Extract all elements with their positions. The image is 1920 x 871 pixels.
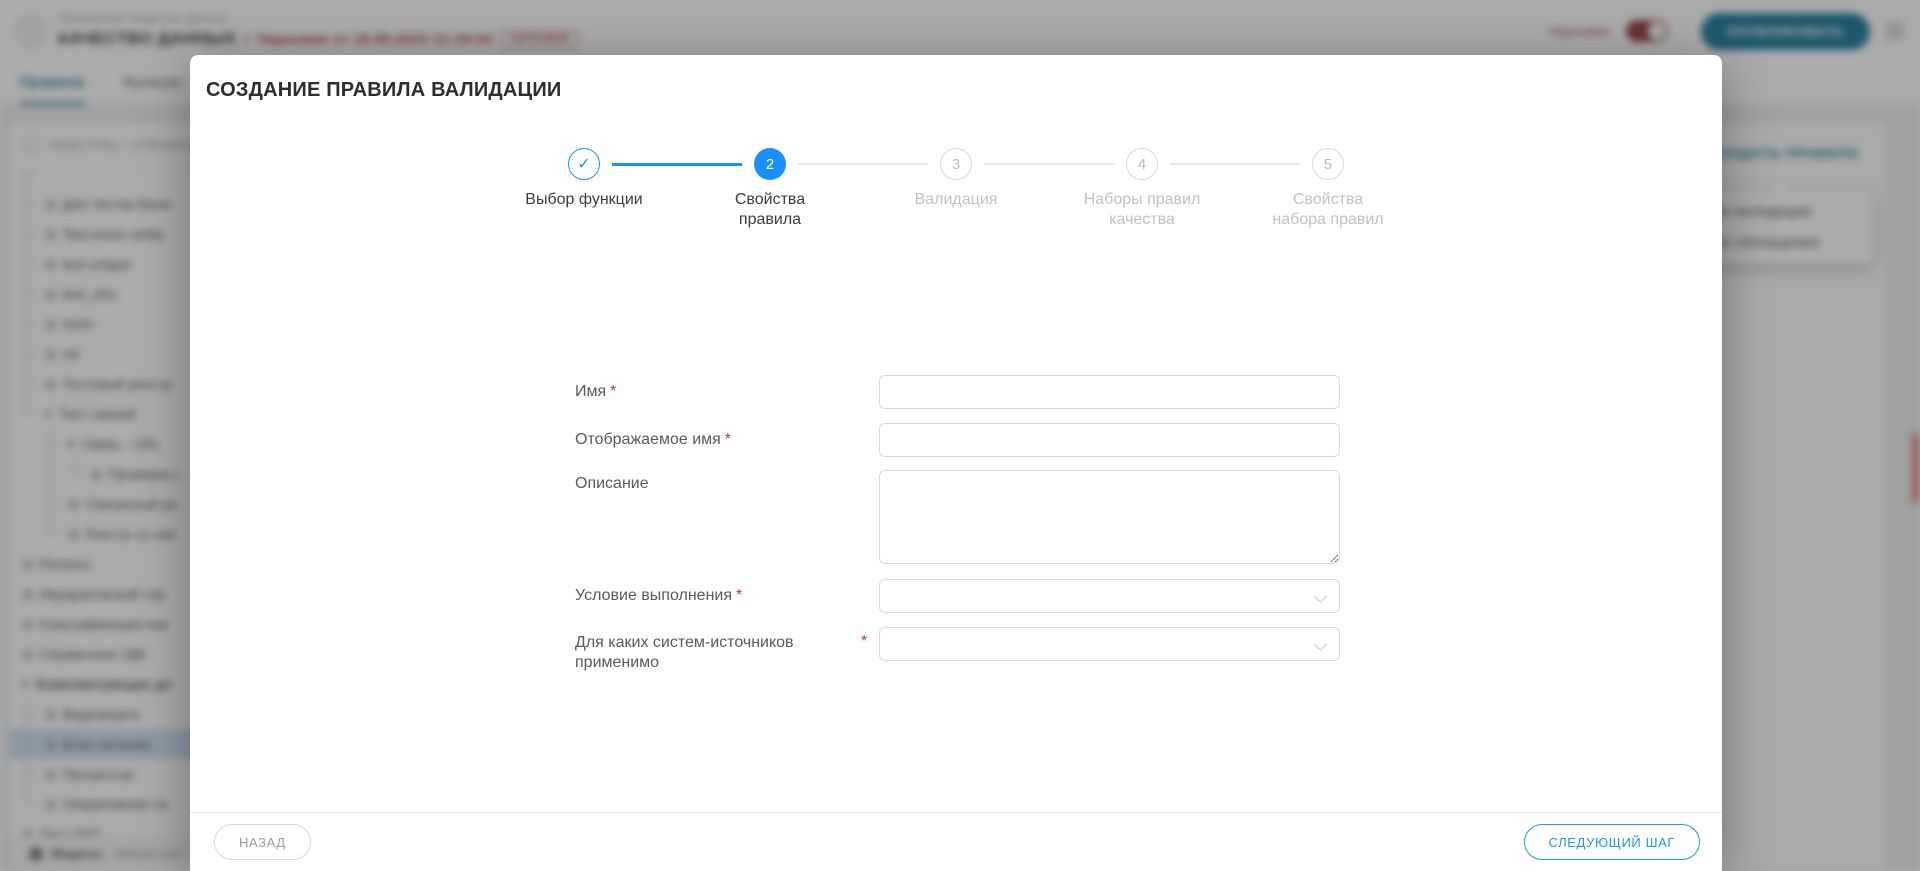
required-mark: * bbox=[861, 633, 867, 651]
step-number: 4 bbox=[1126, 148, 1158, 180]
name-label: Имя* bbox=[575, 375, 616, 409]
display-name-label: Отображаемое имя* bbox=[575, 423, 731, 457]
required-mark: * bbox=[725, 431, 731, 448]
stepper: ✓ Выбор функции 2 Свойства правила 3 Валидаци… bbox=[491, 148, 1421, 230]
step-label: Свойства набора правил bbox=[1269, 190, 1387, 230]
step-2[interactable]: 2 Свойства правила bbox=[677, 148, 863, 230]
back-button[interactable]: НАЗАД bbox=[214, 824, 311, 860]
step-number: 3 bbox=[940, 148, 972, 180]
step-1[interactable]: ✓ Выбор функции bbox=[491, 148, 677, 230]
check-icon: ✓ bbox=[568, 148, 600, 180]
step-connector bbox=[984, 163, 1114, 165]
step-3[interactable]: 3 Валидация bbox=[863, 148, 1049, 230]
create-validation-rule-modal: СОЗДАНИЕ ПРАВИЛА ВАЛИДАЦИИ ✓ Выбор функци… bbox=[190, 55, 1722, 871]
step-connector bbox=[1170, 163, 1300, 165]
step-label: Свойства правила bbox=[711, 190, 829, 230]
name-input[interactable] bbox=[879, 375, 1340, 409]
systems-label: Для каких систем-источников применимо bbox=[575, 627, 837, 673]
required-mark: * bbox=[736, 587, 742, 604]
next-step-button[interactable]: СЛЕДУЮЩИЙ ШАГ bbox=[1524, 824, 1700, 860]
step-connector bbox=[612, 163, 742, 166]
display-name-input[interactable] bbox=[879, 423, 1340, 457]
chevron-down-icon bbox=[1314, 638, 1327, 651]
step-label: Валидация bbox=[915, 190, 998, 210]
step-label: Выбор функции bbox=[525, 190, 642, 210]
systems-select[interactable] bbox=[879, 627, 1340, 661]
required-mark: * bbox=[610, 383, 616, 400]
description-textarea[interactable] bbox=[879, 470, 1340, 564]
step-5[interactable]: 5 Свойства набора правил bbox=[1235, 148, 1421, 230]
step-4[interactable]: 4 Наборы правил качества bbox=[1049, 148, 1235, 230]
step-connector bbox=[798, 163, 928, 165]
modal-footer: НАЗАД СЛЕДУЮЩИЙ ШАГ bbox=[190, 812, 1722, 871]
step-number: 5 bbox=[1312, 148, 1344, 180]
chevron-down-icon bbox=[1314, 590, 1327, 603]
screen: Управление моделью данных КАЧЕСТВО ДАННЫ… bbox=[0, 0, 1920, 871]
condition-label: Условие выполнения* bbox=[575, 579, 742, 613]
step-number: 2 bbox=[754, 148, 786, 180]
condition-select[interactable] bbox=[879, 579, 1340, 613]
description-label: Описание bbox=[575, 475, 649, 493]
modal-title: СОЗДАНИЕ ПРАВИЛА ВАЛИДАЦИИ bbox=[206, 79, 561, 102]
step-label: Наборы правил качества bbox=[1083, 190, 1201, 230]
